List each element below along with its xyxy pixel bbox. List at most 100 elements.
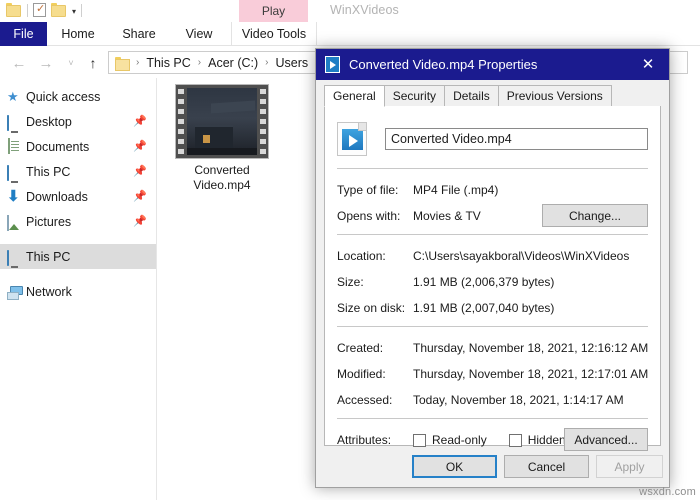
row-key: Size on disk:: [337, 301, 406, 315]
row-key: Modified:: [337, 367, 386, 381]
screenshot-root: ▾ Play WinXVideos File Home Share View V…: [0, 0, 700, 500]
tab-security[interactable]: Security: [383, 85, 446, 106]
breadcrumb-item-users[interactable]: Users: [272, 56, 311, 70]
ribbon-tab-strip: File Home Share View Video Tools: [0, 22, 700, 46]
sidebar-item-network[interactable]: Network: [0, 279, 156, 304]
pin-icon[interactable]: 📌: [133, 166, 147, 177]
sidebar-item-label: Network: [26, 284, 72, 299]
video-file-icon: [325, 56, 340, 73]
row-key: Created:: [337, 341, 384, 355]
pictures-icon: [7, 214, 23, 231]
ribbon-tab-share[interactable]: Share: [109, 22, 169, 46]
this-pc-icon: [7, 164, 23, 181]
dialog-title: Converted Video.mp4 Properties: [349, 57, 538, 72]
pin-icon[interactable]: 📌: [133, 216, 147, 227]
checkbox-label: Hidden: [527, 433, 566, 447]
sidebar-item-label: Quick access: [26, 89, 101, 104]
qat-divider-2: [81, 3, 83, 17]
checkbox-box[interactable]: [413, 433, 426, 447]
row-key: Size:: [337, 275, 364, 289]
tab-previous-versions[interactable]: Previous Versions: [497, 85, 612, 106]
watermark: wsxdn.com: [639, 486, 696, 498]
divider-2: [337, 234, 648, 235]
ribbon-tab-view[interactable]: View: [169, 22, 229, 46]
sidebar-item-desktop[interactable]: Desktop 📌: [0, 109, 156, 134]
ribbon-tab-file[interactable]: File: [0, 22, 47, 46]
dialog-body: General Security Details Previous Versio…: [316, 80, 669, 487]
sidebar-item-label: Documents: [26, 139, 90, 154]
row-type-of-file: Type of file: MP4 File (.mp4): [337, 180, 648, 200]
file-name-header: [337, 118, 648, 160]
desktop-icon: [7, 114, 23, 131]
folder-icon[interactable]: [6, 2, 22, 18]
change-button[interactable]: Change...: [542, 204, 648, 227]
row-accessed: Accessed: Today, November 18, 2021, 1:14…: [337, 390, 648, 410]
checkbox-read-only[interactable]: Read-only: [413, 433, 487, 447]
breadcrumb-separator-2: ›: [265, 57, 269, 68]
row-key: Accessed:: [337, 393, 393, 407]
recent-locations-icon[interactable]: ˅: [62, 54, 80, 72]
thumbnail-house-shape: [195, 125, 233, 149]
tab-details[interactable]: Details: [444, 85, 499, 106]
back-icon[interactable]: ←: [10, 54, 28, 72]
row-value: 1.91 MB (2,007,040 bytes): [413, 301, 555, 315]
breadcrumb-item-acer-c[interactable]: Acer (C:): [205, 56, 261, 70]
file-name-input[interactable]: [385, 128, 648, 150]
pin-icon[interactable]: 📌: [133, 116, 147, 127]
pin-icon[interactable]: 📌: [133, 191, 147, 202]
downloads-icon: ⬇: [7, 187, 20, 205]
forward-icon[interactable]: →: [37, 54, 55, 72]
sidebar-item-this-pc[interactable]: This PC: [0, 244, 156, 269]
properties-dialog: Converted Video.mp4 Properties ✕ General…: [315, 48, 670, 488]
row-key: Type of file:: [337, 183, 399, 197]
row-value: 1.91 MB (2,006,379 bytes): [413, 275, 555, 289]
sidebar-item-documents[interactable]: Documents 📌: [0, 134, 156, 159]
ribbon-tab-home[interactable]: Home: [47, 22, 109, 46]
sidebar-item-downloads[interactable]: ⬇ Downloads 📌: [0, 184, 156, 209]
new-folder-icon[interactable]: [51, 2, 67, 18]
tab-general[interactable]: General: [324, 85, 385, 107]
sidebar-item-pictures[interactable]: Pictures 📌: [0, 209, 156, 234]
row-location: Location: C:\Users\sayakboral\Videos\Win…: [337, 246, 648, 266]
row-value: C:\Users\sayakboral\Videos\WinXVideos: [413, 249, 630, 263]
file-name-line-2: Video.mp4: [193, 178, 251, 192]
dialog-footer: OK Cancel Apply: [316, 446, 669, 487]
this-pc-icon: [7, 249, 23, 266]
thumbnail-lit-window: [203, 135, 210, 143]
checkbox-label: Read-only: [432, 433, 487, 447]
row-created: Created: Thursday, November 18, 2021, 12…: [337, 338, 648, 358]
properties-icon[interactable]: [33, 2, 46, 17]
attributes-label: Attributes:: [337, 433, 392, 447]
ribbon-tab-video-tools[interactable]: Video Tools: [231, 22, 317, 46]
file-item-converted-video[interactable]: Converted Video.mp4: [174, 84, 270, 193]
customize-caret-icon[interactable]: ▾: [72, 5, 76, 16]
row-modified: Modified: Thursday, November 18, 2021, 1…: [337, 364, 648, 384]
row-size: Size: 1.91 MB (2,006,379 bytes): [337, 272, 648, 292]
video-file-icon-large: [337, 122, 367, 156]
row-key: Opens with:: [337, 209, 401, 223]
pin-icon[interactable]: 📌: [133, 141, 147, 152]
row-value: Thursday, November 18, 2021, 12:17:01 AM: [413, 367, 649, 381]
divider-3: [337, 326, 648, 327]
contextual-tab-play[interactable]: Play: [239, 0, 308, 22]
general-tab-page: Type of file: MP4 File (.mp4) Opens with…: [324, 106, 661, 451]
navigation-pane: ★ Quick access Desktop 📌 Documents 📌 Thi…: [0, 78, 157, 500]
divider-1: [337, 168, 648, 169]
breadcrumb-separator-1: ›: [197, 57, 202, 68]
explorer-window-title: WinXVideos: [330, 3, 399, 17]
checkbox-hidden[interactable]: Hidden: [508, 433, 566, 447]
breadcrumb-item-this-pc[interactable]: This PC: [143, 56, 193, 70]
cancel-button[interactable]: Cancel: [504, 455, 589, 478]
network-icon: [7, 284, 23, 300]
checkbox-box[interactable]: [508, 433, 522, 447]
star-icon: ★: [7, 88, 19, 104]
sidebar-item-label: This PC: [26, 164, 71, 179]
row-value: Today, November 18, 2021, 1:14:17 AM: [413, 393, 624, 407]
close-icon[interactable]: ✕: [627, 49, 669, 80]
breadcrumb-separator-0: ›: [136, 57, 140, 68]
ok-button[interactable]: OK: [412, 455, 497, 478]
up-icon[interactable]: ↑: [84, 54, 102, 72]
sidebar-item-this-pc-quick[interactable]: This PC 📌: [0, 159, 156, 184]
sidebar-item-label: Desktop: [26, 114, 72, 129]
sidebar-item-quick-access[interactable]: ★ Quick access: [0, 84, 156, 109]
